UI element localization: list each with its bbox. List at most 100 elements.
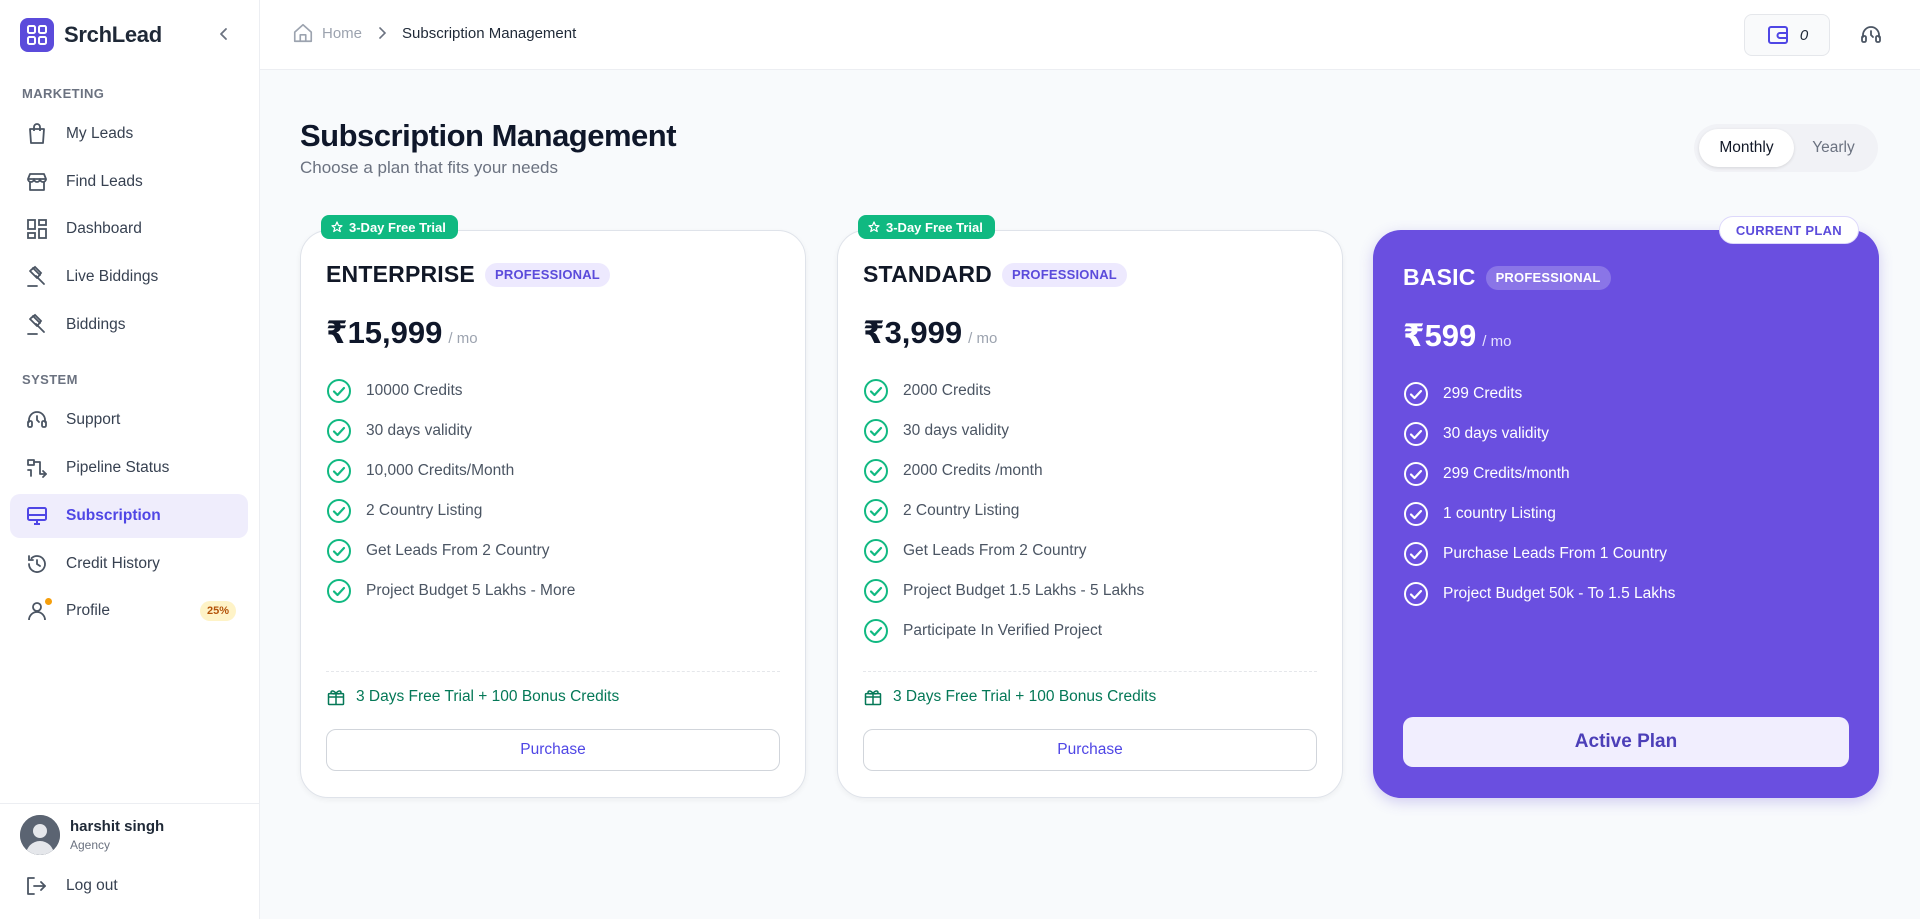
plan-card-enterprise: 3-Day Free Trial ENTERPRISE PROFESSIONAL… (300, 215, 806, 798)
breadcrumb: Home Subscription Management (292, 22, 576, 44)
purchase-button[interactable]: Purchase (863, 729, 1317, 771)
plan-period: / mo (968, 330, 998, 347)
purchase-button[interactable]: Purchase (326, 729, 780, 771)
plan-card-standard: 3-Day Free Trial STANDARD PROFESSIONAL ₹… (837, 215, 1343, 798)
brand[interactable]: SrchLead (20, 16, 162, 54)
collapse-sidebar-button[interactable] (212, 22, 236, 46)
feature-item: 30 days validity (1403, 414, 1675, 454)
toggle-yearly[interactable]: Yearly (1794, 129, 1873, 167)
check-circle-icon (1404, 462, 1428, 486)
sidebar-item-label: Find Leads (66, 173, 143, 190)
bonus-offer: 3 Days Free Trial + 100 Bonus Credits (863, 687, 1156, 707)
feature-text: 30 days validity (366, 422, 472, 439)
feature-list: 299 Credits 30 days validity 299 Credits… (1403, 374, 1675, 614)
sidebar-item-profile[interactable]: Profile 25% (10, 589, 248, 633)
feature-text: Purchase Leads From 1 Country (1443, 545, 1667, 562)
feature-text: 30 days validity (1443, 425, 1549, 442)
check-circle-icon (1404, 542, 1428, 566)
sidebar-item-label: My Leads (66, 125, 134, 142)
feature-item: Participate In Verified Project (863, 611, 1144, 651)
store-icon (24, 169, 50, 195)
check-circle-icon (1404, 422, 1428, 446)
toggle-monthly[interactable]: Monthly (1699, 129, 1794, 167)
feature-item: 2000 Credits /month (863, 451, 1144, 491)
user-card[interactable]: harshit singh Agency (20, 815, 164, 855)
section-title-system: SYSTEM (22, 372, 78, 387)
feature-text: Project Budget 1.5 Lakhs - 5 Lakhs (903, 582, 1145, 599)
feature-item: Project Budget 50k - To 1.5 Lakhs (1403, 574, 1675, 614)
check-circle-icon (327, 419, 351, 443)
sidebar-item-subscription[interactable]: Subscription (10, 494, 248, 538)
check-circle-icon (327, 499, 351, 523)
sidebar-item-label: Subscription (66, 507, 161, 524)
logout-button[interactable]: Log out (24, 874, 118, 898)
check-circle-icon (864, 379, 888, 403)
sidebar-item-my-leads[interactable]: My Leads (10, 112, 248, 156)
dashed-divider (863, 671, 1317, 672)
check-circle-icon (864, 499, 888, 523)
feature-item: Project Budget 1.5 Lakhs - 5 Lakhs (863, 571, 1144, 611)
plan-period: / mo (448, 330, 478, 347)
feature-list: 10000 Credits 30 days validity 10,000 Cr… (326, 371, 575, 611)
wallet-icon (1767, 26, 1788, 44)
home-icon (293, 23, 313, 43)
breadcrumb-home-label: Home (322, 24, 363, 42)
sidebar-item-label: Dashboard (66, 220, 142, 237)
support-button[interactable] (1856, 20, 1886, 50)
check-circle-icon (327, 379, 351, 403)
credits-wallet-button[interactable]: 0 (1744, 14, 1830, 56)
check-circle-icon (1404, 382, 1428, 406)
chevron-right-icon (376, 27, 388, 39)
sidebar-item-support[interactable]: Support (10, 398, 248, 442)
plan-price: ₹3,999 (863, 315, 963, 350)
breadcrumb-home[interactable]: Home (292, 22, 362, 44)
sidebar-item-label: Support (66, 411, 121, 428)
sidebar-item-credit-history[interactable]: Credit History (10, 542, 248, 586)
sidebar-divider (0, 803, 259, 804)
profile-completion-badge: 25% (199, 601, 236, 621)
plan-price: ₹599 (1403, 318, 1477, 353)
sidebar: SrchLead MARKETING My Leads Find Leads D… (0, 0, 260, 919)
page-subtitle: Choose a plan that fits your needs (300, 158, 558, 177)
feature-item: 30 days validity (863, 411, 1144, 451)
feature-text: 2000 Credits (903, 382, 991, 399)
check-circle-icon (327, 579, 351, 603)
feature-text: Get Leads From 2 Country (366, 542, 550, 559)
current-plan-badge: CURRENT PLAN (1718, 216, 1859, 244)
feature-text: 2000 Credits /month (903, 462, 1043, 479)
dashed-divider (326, 671, 780, 672)
tier-badge: PROFESSIONAL (484, 262, 610, 287)
check-circle-icon (864, 459, 888, 483)
plan-name: BASIC (1403, 264, 1476, 290)
sidebar-item-find-leads[interactable]: Find Leads (10, 160, 248, 204)
sidebar-item-biddings[interactable]: Biddings (10, 303, 248, 347)
billing-period-toggle: Monthly Yearly (1694, 124, 1878, 172)
gift-icon (327, 690, 345, 706)
headset-icon (1861, 26, 1881, 43)
sidebar-item-live-biddings[interactable]: Live Biddings (10, 255, 248, 299)
plan-name: STANDARD (863, 261, 992, 287)
plan-card-basic: CURRENT PLAN BASIC PROFESSIONAL ₹599 / m… (1373, 216, 1879, 798)
plan-price: ₹15,999 (326, 315, 443, 350)
dashboard-icon (24, 216, 50, 242)
check-circle-icon (327, 459, 351, 483)
feature-text: Project Budget 50k - To 1.5 Lakhs (1443, 585, 1676, 602)
trial-badge: 3-Day Free Trial (321, 215, 458, 239)
feature-item: Purchase Leads From 1 Country (1403, 534, 1675, 574)
sidebar-item-pipeline-status[interactable]: Pipeline Status (10, 446, 248, 490)
active-plan-button[interactable]: Active Plan (1403, 717, 1849, 767)
sidebar-item-dashboard[interactable]: Dashboard (10, 207, 248, 251)
plan-period: / mo (1482, 333, 1512, 350)
check-circle-icon (1404, 582, 1428, 606)
gift-icon (864, 690, 882, 706)
feature-text: 10,000 Credits/Month (366, 462, 515, 479)
feature-item: 2 Country Listing (326, 491, 575, 531)
feature-item: Project Budget 5 Lakhs - More (326, 571, 575, 611)
feature-item: 2000 Credits (863, 371, 1144, 411)
sidebar-item-label: Profile (66, 602, 110, 619)
tier-badge: PROFESSIONAL (1001, 262, 1127, 287)
feature-item: 10,000 Credits/Month (326, 451, 575, 491)
gavel-icon (24, 312, 50, 338)
breadcrumb-current: Subscription Management (402, 24, 577, 42)
feature-text: 30 days validity (903, 422, 1009, 439)
